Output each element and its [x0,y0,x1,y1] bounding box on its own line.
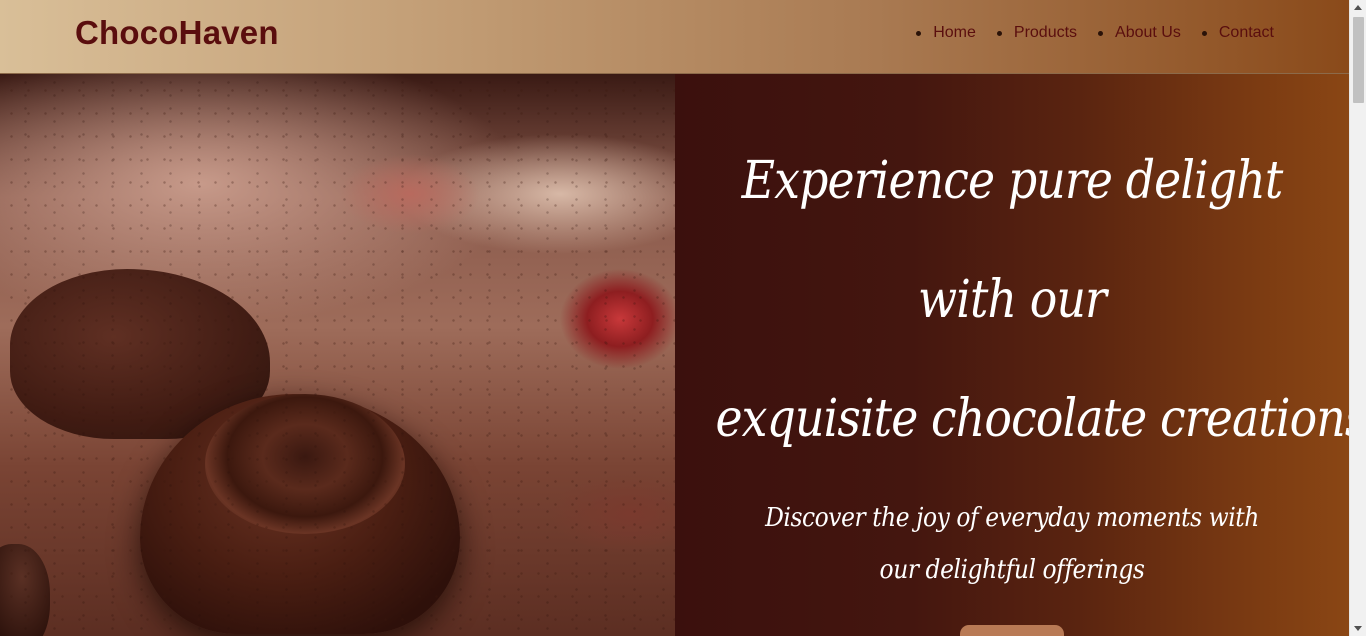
nav-item-about-us[interactable]: About Us [1098,24,1181,42]
cta-button[interactable] [960,625,1064,636]
scroll-up-arrow-icon[interactable] [1354,5,1362,10]
vertical-scrollbar[interactable] [1349,0,1366,636]
bullet-icon [916,30,922,36]
main-nav: Home Products About Us Contact [895,24,1274,42]
hero-headline: Experience pure delight with our exquisi… [715,122,1366,479]
page: ChocoHaven Home Products About Us Contac… [0,0,1366,636]
bullet-icon [1098,30,1104,36]
headline-line: exquisite chocolate creations [715,389,1366,449]
nav-item-label: Contact [1218,24,1274,41]
bullet-icon [996,30,1002,36]
brand-logo[interactable]: ChocoHaven [75,14,279,52]
nav-item-label: Home [933,24,976,41]
headline-line: with our [917,270,1107,330]
bullet-icon [1201,30,1207,36]
hero-subheadline: Discover the joy of everyday moments wit… [765,503,1259,585]
nav-item-contact[interactable]: Contact [1201,24,1274,42]
site-header: ChocoHaven Home Products About Us Contac… [0,0,1349,74]
nav-item-label: Products [1013,24,1078,41]
headline-line: Experience pure delight [741,151,1284,211]
nav-item-products[interactable]: Products [996,24,1078,42]
cocoa-dust-overlay [0,74,675,636]
nav-item-home[interactable]: Home [916,24,976,42]
hero-text-panel: Experience pure delight with our exquisi… [675,74,1366,636]
scroll-down-arrow-icon[interactable] [1354,626,1362,631]
hero-image [0,74,675,636]
nav-item-label: About Us [1115,24,1181,41]
scrollbar-thumb[interactable] [1353,17,1364,103]
